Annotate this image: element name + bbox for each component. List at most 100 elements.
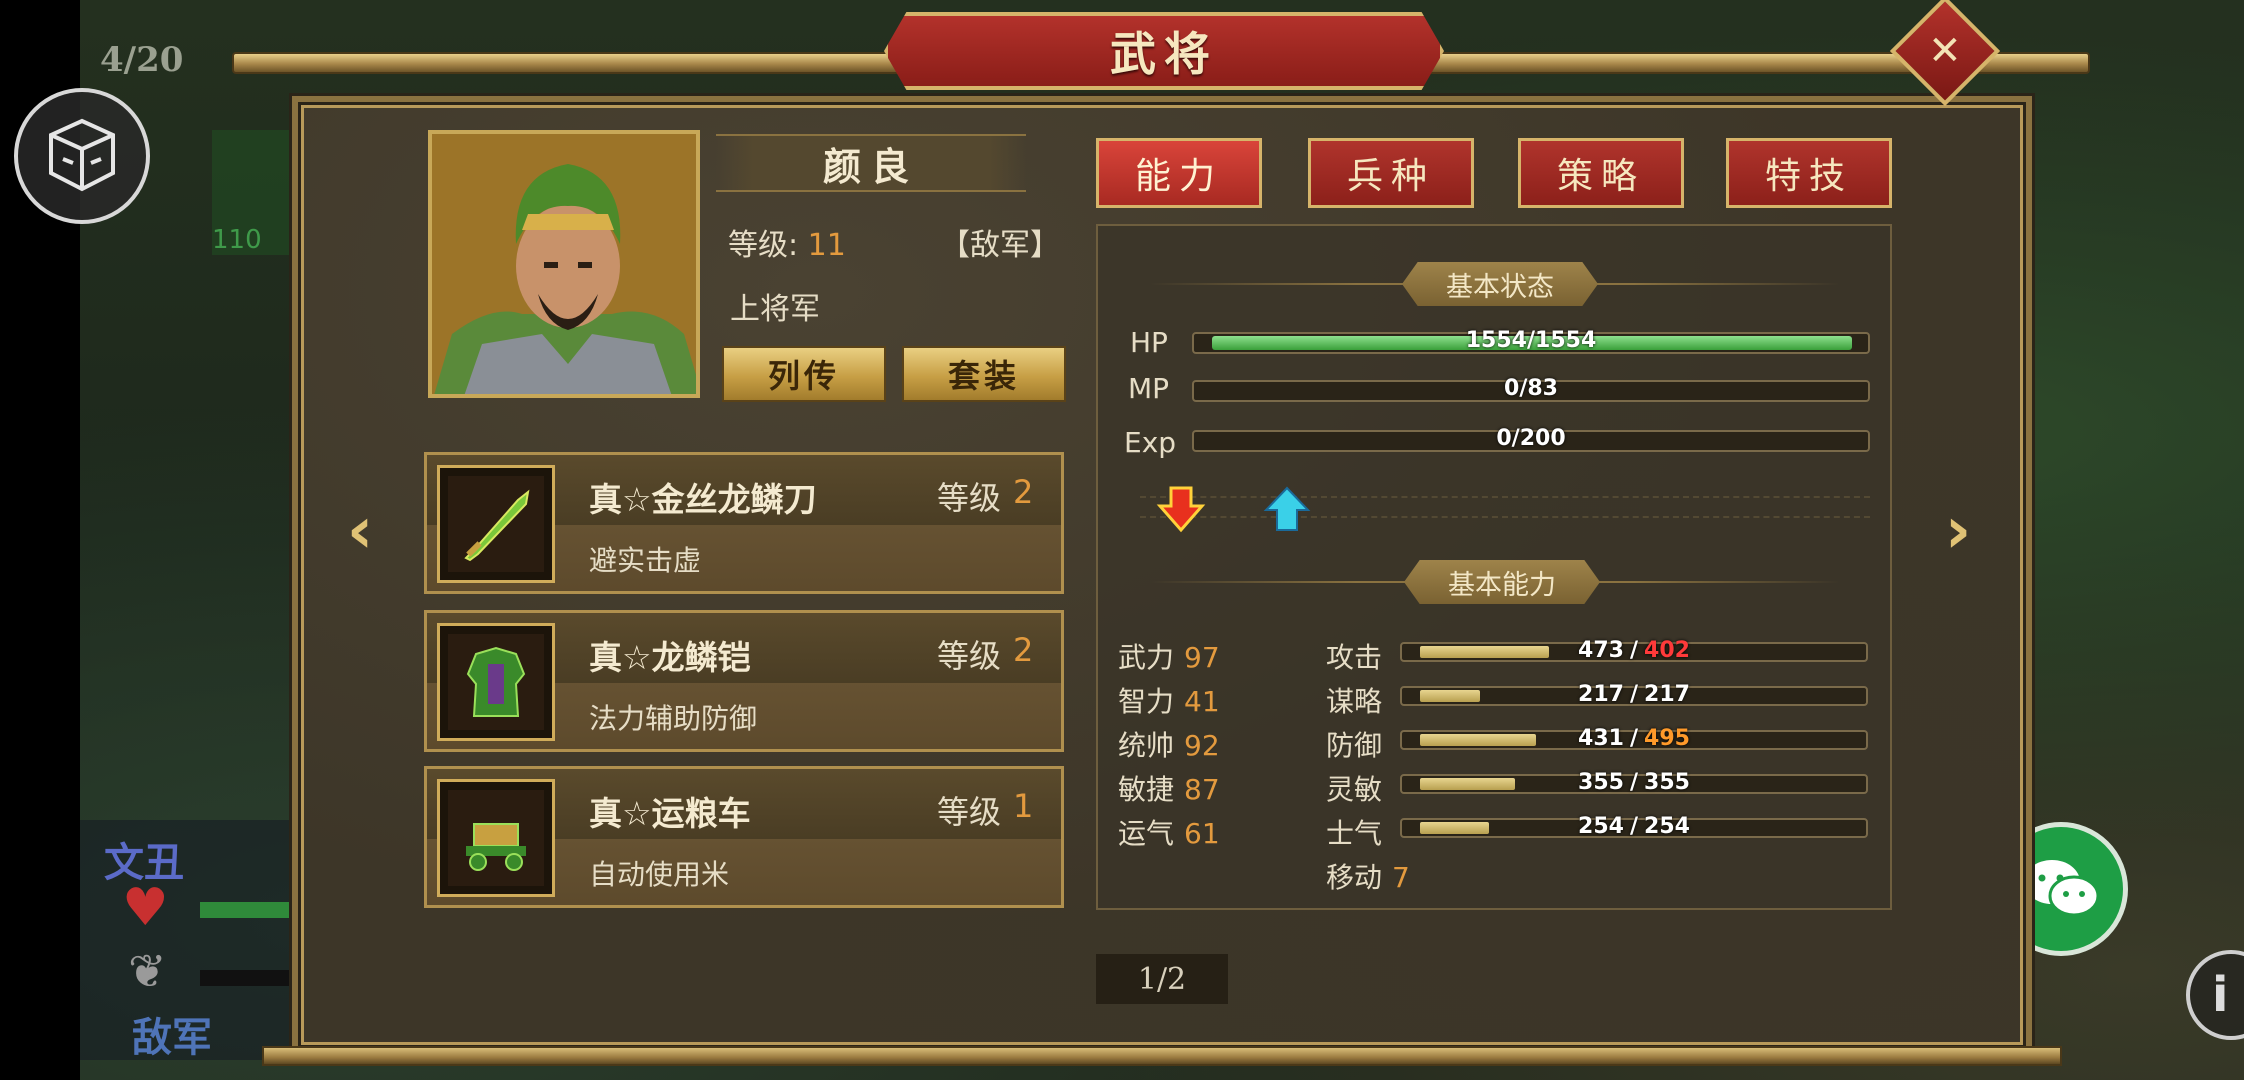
basic-status-title: 基本状态 xyxy=(1402,262,1598,306)
stat-separator: / xyxy=(1629,682,1639,707)
hp-label: HP xyxy=(1130,326,1168,359)
stat-strategy-value: 217/217 xyxy=(1402,682,1866,707)
basic-ability-title: 基本能力 xyxy=(1404,560,1600,604)
mp-bar: 0/83 xyxy=(1192,376,1870,402)
general-name-plate: 颜良 xyxy=(716,134,1026,192)
tab-strategy[interactable]: 策略 xyxy=(1518,138,1684,208)
status-effect-track xyxy=(1140,496,1870,518)
feather-icon: ❦ xyxy=(128,944,167,998)
stat-current: 431 xyxy=(1578,726,1624,751)
stat-movement: 移动 7 xyxy=(1326,856,1410,896)
menu-button[interactable] xyxy=(14,88,150,224)
movement-value: 7 xyxy=(1392,861,1410,894)
attr-label: 智力 xyxy=(1118,685,1175,718)
general-level: 等级: 11 xyxy=(728,220,846,264)
turn-counter: 4/20 xyxy=(100,40,184,80)
equipment-name: 真☆龙鳞铠 xyxy=(589,638,751,677)
stat-morale-value: 254/254 xyxy=(1402,814,1866,839)
close-x-icon: ✕ xyxy=(1928,27,1962,74)
equipment-level-label: 等级 xyxy=(937,479,1002,517)
attr-label: 敏捷 xyxy=(1118,773,1175,806)
sword-icon xyxy=(448,476,544,572)
equipment-description: 自动使用米 xyxy=(589,858,730,891)
equipment-card-accessory[interactable]: 真☆运粮车 等级 1 自动使用米 xyxy=(424,766,1064,908)
equipment-name: 真☆运粮车 xyxy=(589,794,751,833)
stat-defense-label: 防御 xyxy=(1326,729,1383,762)
stat-defense-value: 431/495 xyxy=(1402,726,1866,751)
stat-agility-value: 355/355 xyxy=(1402,770,1866,795)
stat-current: 355 xyxy=(1578,770,1624,795)
stat-base: 254 xyxy=(1644,814,1690,839)
attr-label: 统帅 xyxy=(1118,729,1175,762)
stat-attack-bar: 473/402 xyxy=(1400,638,1868,663)
stat-attack-label: 攻击 xyxy=(1326,641,1383,674)
stat-current: 473 xyxy=(1578,638,1624,663)
tab-troop-type[interactable]: 兵种 xyxy=(1308,138,1474,208)
exp-label: Exp xyxy=(1124,426,1177,459)
exp-bar: 0/200 xyxy=(1192,426,1870,452)
equipment-description: 法力辅助防御 xyxy=(589,702,758,735)
equipment-level-label: 等级 xyxy=(937,793,1002,831)
hp-bar: 1554/1554 xyxy=(1192,328,1870,354)
equipment-description: 避实击虚 xyxy=(589,544,702,577)
hp-value: 1554/1554 xyxy=(1465,328,1597,353)
next-general-arrow[interactable]: › xyxy=(1932,496,1984,566)
enemy-mp-bar xyxy=(200,970,300,986)
page-indicator: 1/2 xyxy=(1096,954,1228,1004)
stat-defense-bar: 431/495 xyxy=(1400,726,1868,751)
attr-intelligence: 智力 41 xyxy=(1118,680,1220,720)
dialog-title: 武将 xyxy=(1110,27,1218,81)
equipment-set-button[interactable]: 套装 xyxy=(902,346,1066,402)
equipment-card-armor[interactable]: 真☆龙鳞铠 等级 2 法力辅助防御 xyxy=(424,610,1064,752)
portrait-image xyxy=(432,134,696,394)
stat-up-arrow-icon xyxy=(1263,486,1311,531)
previous-general-arrow[interactable]: ‹ xyxy=(334,496,386,566)
equipment-icon-frame xyxy=(437,779,555,897)
equipment-level: 1 xyxy=(1013,787,1034,825)
ally-unit-value: 110 xyxy=(212,225,262,255)
general-portrait xyxy=(428,130,700,398)
stat-down-arrow-icon xyxy=(1156,486,1206,533)
stat-separator: / xyxy=(1629,638,1639,663)
stat-agility-label: 灵敏 xyxy=(1326,773,1383,806)
dialog-title-plate: 武将 xyxy=(884,12,1444,90)
equipment-level: 2 xyxy=(1013,473,1034,511)
faction-tag: 【敌军】 xyxy=(940,228,1060,263)
attr-label: 武力 xyxy=(1118,641,1175,674)
tab-ability[interactable]: 能力 xyxy=(1096,138,1262,208)
stat-separator: / xyxy=(1629,726,1639,751)
stat-current: 254 xyxy=(1578,814,1624,839)
dialog-bottom-rail xyxy=(262,1046,2062,1066)
level-label: 等级: xyxy=(728,228,799,263)
stat-base: 355 xyxy=(1644,770,1690,795)
stat-agility-bar: 355/355 xyxy=(1400,770,1868,795)
equipment-card-weapon[interactable]: 真☆金丝龙鳞刀 等级 2 避实击虚 xyxy=(424,452,1064,594)
enemy-hp-bar xyxy=(200,902,300,918)
attr-value: 97 xyxy=(1184,641,1220,674)
movement-label: 移动 xyxy=(1326,861,1383,894)
stat-strategy-label: 谋略 xyxy=(1326,685,1383,718)
heart-icon: ♥ xyxy=(122,878,169,938)
cube-menu-icon xyxy=(49,118,115,192)
attr-leadership: 统帅 92 xyxy=(1118,724,1220,764)
attr-agility: 敏捷 87 xyxy=(1118,768,1220,808)
level-value: 11 xyxy=(807,228,846,263)
equipment-icon-frame xyxy=(437,623,555,741)
attr-value: 41 xyxy=(1184,685,1220,718)
attr-value: 61 xyxy=(1184,817,1220,850)
stat-attack-value: 473/402 xyxy=(1402,638,1866,663)
mp-value: 0/83 xyxy=(1504,376,1558,401)
attr-strength: 武力 97 xyxy=(1118,636,1220,676)
enemy-side-label: 敌军 xyxy=(132,1015,212,1061)
stat-base: 217 xyxy=(1644,682,1690,707)
stat-strategy-bar: 217/217 xyxy=(1400,682,1868,707)
biography-button[interactable]: 列传 xyxy=(722,346,886,402)
tab-special-skill[interactable]: 特技 xyxy=(1726,138,1892,208)
equipment-icon-frame xyxy=(437,465,555,583)
wechat-icon xyxy=(2024,860,2100,917)
equipment-level: 2 xyxy=(1013,631,1034,669)
stat-base: 495 xyxy=(1644,726,1690,751)
stat-separator: / xyxy=(1629,770,1639,795)
general-rank: 上将军 xyxy=(730,292,820,327)
attr-value: 92 xyxy=(1184,729,1220,762)
